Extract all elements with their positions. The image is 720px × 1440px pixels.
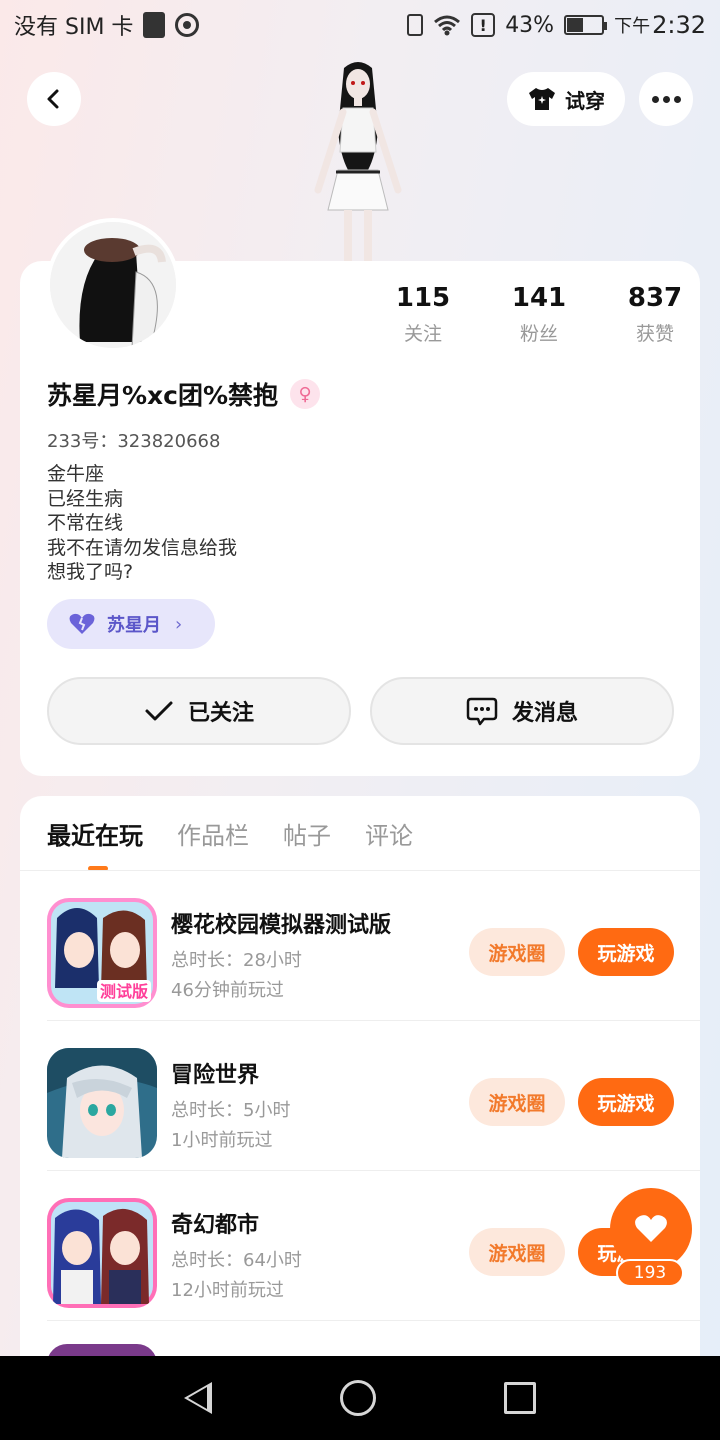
like-fab-button[interactable] (610, 1188, 692, 1270)
bio: 金牛座 已经生病 不常在线 我不在请勿发信息给我 想我了吗? (47, 462, 237, 585)
game-circle-button[interactable]: 游戏圈 (469, 1078, 565, 1126)
nav-back-icon[interactable] (184, 1382, 212, 1414)
bio-line: 不常在线 (47, 512, 124, 534)
game-circle-button[interactable]: 游戏圈 (469, 928, 565, 976)
game-icon[interactable] (47, 1048, 157, 1158)
stat-value: 141 (511, 283, 567, 313)
game-name: 樱花校园模拟器测试版 (171, 913, 392, 938)
heart-icon (69, 613, 95, 634)
game-last-played: 12小时前玩过 (171, 1280, 284, 1301)
game-icon-partial (47, 1344, 157, 1356)
stat-value: 837 (627, 283, 683, 313)
try-on-button[interactable]: 试穿 (507, 72, 625, 126)
game-last-played: 46分钟前玩过 (171, 980, 284, 1001)
female-gender-icon: ♀ (290, 379, 321, 409)
game-icon-image (47, 1048, 157, 1158)
game-name: 冒险世界 (171, 1063, 260, 1088)
chevron-left-icon (47, 89, 59, 109)
following-button[interactable]: 已关注 (47, 677, 351, 745)
bio-line: 已经生病 (47, 487, 124, 510)
tab-bar: 最近在玩 作品栏 帖子 评论 (47, 816, 413, 851)
game-list-item[interactable]: 测试版 樱花校园模拟器测试版 总时长：28小时 46分钟前玩过 游戏圈 玩游戏 (47, 871, 700, 1021)
game-icon-image: 测试版 (47, 898, 157, 1008)
tab-works[interactable]: 作品栏 (177, 816, 249, 851)
nav-recent-apps-icon[interactable] (504, 1382, 536, 1414)
clock: 2:32 (652, 11, 706, 39)
game-last-played: 1小时前玩过 (171, 1130, 273, 1151)
profile-stats: 115 关注 141 粉丝 837 获赞 (365, 283, 713, 346)
game-list-item[interactable]: 奇幻都市 总时长：64小时 12小时前玩过 游戏圈 玩游戏 (47, 1171, 700, 1321)
battery-percent: 43% (505, 12, 555, 38)
more-dots-icon (651, 95, 659, 103)
svg-text:测试版: 测试版 (100, 982, 148, 1001)
game-list-item[interactable]: 冒险世界 总时长：5小时 1小时前玩过 游戏圈 玩游戏 (47, 1021, 700, 1171)
game-duration: 总时长：64小时 (171, 1250, 302, 1271)
role-tag[interactable]: 苏星月 › (47, 599, 215, 649)
tab-posts[interactable]: 帖子 (283, 816, 331, 851)
carrier-label: 没有 SIM 卡 (14, 15, 134, 40)
heart-icon (635, 1215, 667, 1242)
vibrate-icon (407, 14, 424, 36)
sim-card-icon (143, 12, 166, 38)
bio-line: 想我了吗? (47, 561, 134, 583)
game-duration: 总时长：28小时 (171, 950, 302, 971)
alert-icon: ! (471, 13, 496, 37)
stat-label: 粉丝 (519, 323, 558, 345)
chevron-right-icon: › (175, 613, 183, 635)
play-game-button[interactable]: 玩游戏 (578, 928, 674, 976)
try-on-label: 试穿 (565, 88, 605, 113)
tab-comments[interactable]: 评论 (365, 816, 413, 851)
avatar-image (50, 222, 176, 348)
wifi-icon (434, 15, 461, 36)
battery-icon (564, 15, 608, 35)
username: 苏星月%xc团%禁抱 (47, 381, 279, 410)
tshirt-icon (529, 88, 555, 110)
stat-followers[interactable]: 141 粉丝 (481, 283, 597, 346)
tab-recently-played[interactable]: 最近在玩 (47, 816, 143, 851)
stat-label: 关注 (403, 323, 442, 345)
bio-line: 我不在请勿发信息给我 (47, 536, 238, 559)
send-message-label: 发消息 (511, 701, 578, 726)
like-count: 193 (616, 1259, 684, 1287)
following-label: 已关注 (187, 701, 254, 726)
game-duration: 总时长：5小时 (171, 1100, 291, 1121)
game-icon[interactable]: 测试版 (47, 898, 157, 1008)
stat-following[interactable]: 115 关注 (365, 283, 481, 346)
game-icon[interactable] (47, 1198, 157, 1308)
status-bar: 没有 SIM 卡 ! 43% 下午 2:32 (0, 0, 720, 50)
stat-likes[interactable]: 837 获赞 (597, 283, 713, 346)
avatar[interactable] (46, 218, 180, 352)
more-options-button[interactable] (639, 72, 693, 126)
stat-label: 获赞 (635, 323, 674, 345)
bio-line: 金牛座 (47, 463, 105, 485)
system-nav-bar (0, 1356, 720, 1440)
avatar-3d-figure[interactable] (298, 60, 418, 265)
time-prefix: 下午 (614, 16, 651, 37)
stat-value: 115 (395, 283, 451, 313)
content-card: 最近在玩 作品栏 帖子 评论 测试版 樱花校园模拟器测试版 总时长：28小时 4… (20, 796, 700, 1356)
send-message-button[interactable]: 发消息 (370, 677, 674, 745)
nav-home-icon[interactable] (340, 1380, 376, 1416)
username-row: 苏星月%xc团%禁抱 ♀ (47, 376, 321, 412)
game-circle-button[interactable]: 游戏圈 (469, 1228, 565, 1276)
back-button[interactable] (27, 72, 81, 126)
game-name: 奇幻都市 (171, 1213, 260, 1238)
location-icon (175, 13, 200, 37)
check-icon (145, 701, 173, 721)
role-tag-label: 苏星月 (107, 615, 161, 636)
user-id[interactable]: 233号：323820668 (47, 427, 220, 453)
game-icon-image (47, 1198, 157, 1308)
chat-bubble-icon (466, 697, 498, 726)
play-game-button[interactable]: 玩游戏 (578, 1078, 674, 1126)
